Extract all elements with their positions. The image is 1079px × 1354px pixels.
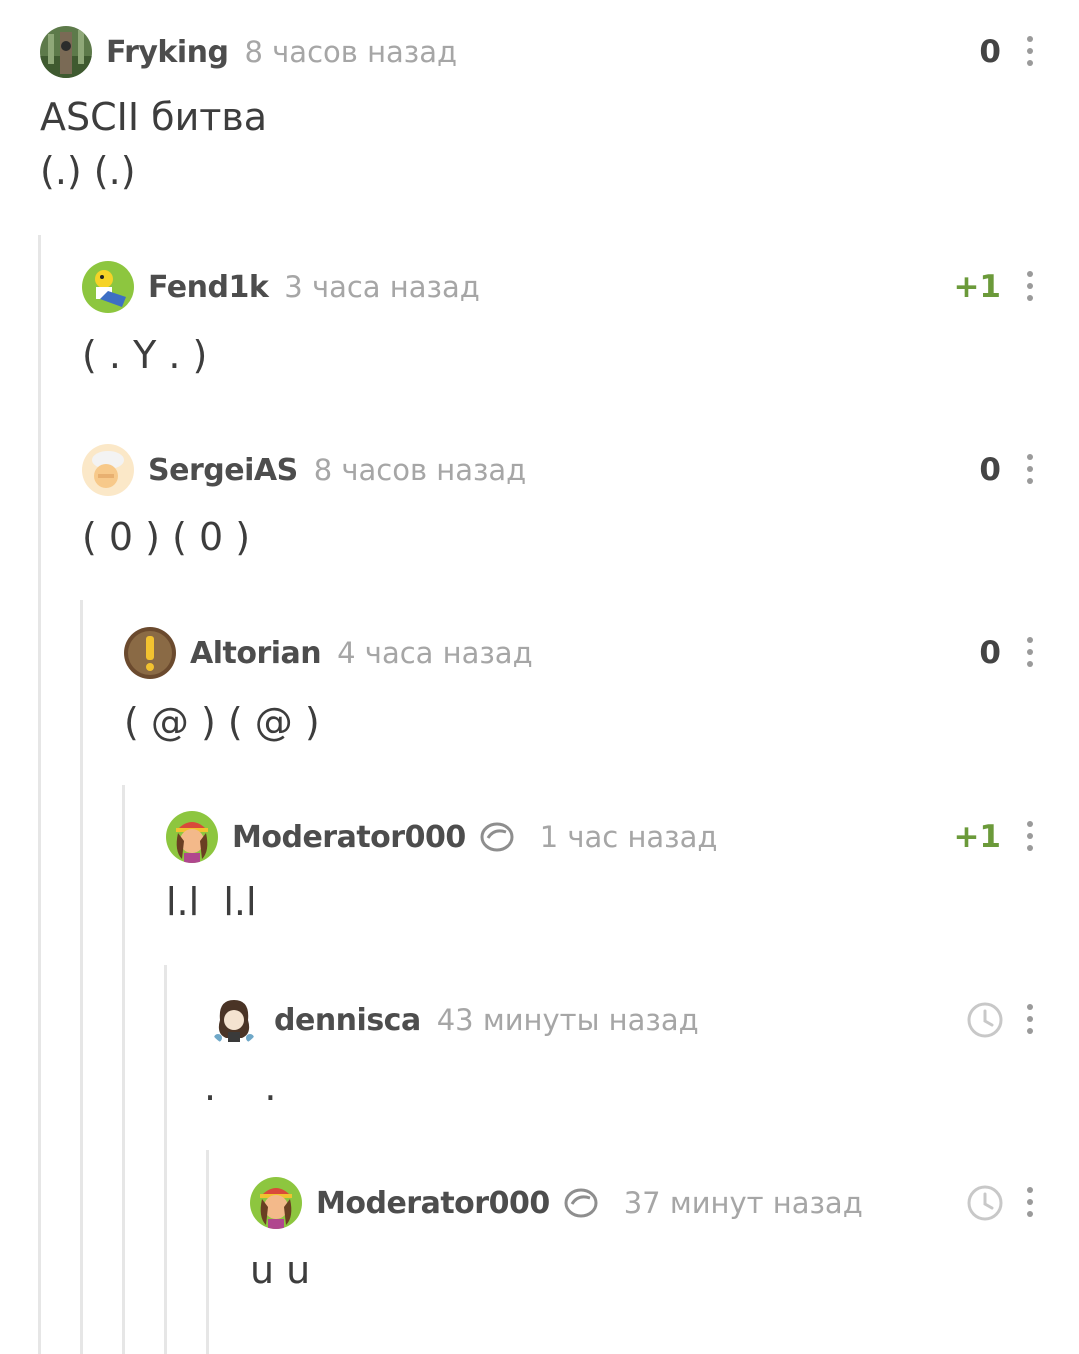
- clock-icon: [967, 1185, 1003, 1221]
- more-vertical-icon[interactable]: [1027, 454, 1033, 486]
- avatar[interactable]: [40, 26, 92, 78]
- more-vertical-icon[interactable]: [1027, 271, 1033, 303]
- clock-icon: [967, 1002, 1003, 1038]
- timestamp[interactable]: 1 час назад: [540, 820, 718, 854]
- more-vertical-icon[interactable]: [1027, 637, 1033, 669]
- rating: +1: [953, 819, 1001, 855]
- comment-text-line: ASCII битва: [40, 95, 268, 139]
- more-vertical-icon[interactable]: [1027, 1004, 1033, 1036]
- comment: dennisca 43 минуты назад . .: [0, 994, 1079, 1124]
- timestamp[interactable]: 43 минуты назад: [437, 1003, 699, 1037]
- comment-text-line: u u: [250, 1248, 311, 1292]
- avatar[interactable]: [82, 261, 134, 313]
- comment-text-line: ( 0 ) ( 0 ): [82, 515, 251, 559]
- username[interactable]: Moderator000: [232, 820, 466, 855]
- timestamp[interactable]: 37 минут назад: [624, 1186, 863, 1220]
- timestamp[interactable]: 3 часа назад: [284, 270, 479, 304]
- avatar[interactable]: [82, 444, 134, 496]
- timestamp[interactable]: 8 часов назад: [314, 453, 527, 487]
- rating: 0: [979, 34, 1001, 70]
- comment: Fend1k 3 часа назад +1 ( . Y . ): [0, 261, 1079, 391]
- comment-text-line: ( . Y . ): [82, 333, 208, 377]
- more-vertical-icon[interactable]: [1027, 821, 1033, 853]
- username[interactable]: Fryking: [106, 35, 229, 70]
- rating: 0: [979, 635, 1001, 671]
- timestamp[interactable]: 4 часа назад: [337, 636, 532, 670]
- comment: Altorian 4 часа назад 0 ( @ ) ( @ ): [0, 627, 1079, 757]
- avatar[interactable]: [124, 627, 176, 679]
- avatar[interactable]: [166, 811, 218, 863]
- moderator-badge-icon: [480, 820, 514, 854]
- more-vertical-icon[interactable]: [1027, 1187, 1033, 1219]
- username[interactable]: Moderator000: [316, 1186, 550, 1221]
- comment: SergeiAS 8 часов назад 0 ( 0 ) ( 0 ): [0, 444, 1079, 574]
- rating: +1: [953, 269, 1001, 305]
- username[interactable]: Fend1k: [148, 270, 269, 305]
- comment: Fryking 8 часов назад 0 ASCII битва (.) …: [0, 26, 1079, 206]
- comment-text-line: l.l l.l: [166, 880, 257, 924]
- timestamp[interactable]: 8 часов назад: [245, 35, 458, 69]
- comment-text-line: ( @ ) ( @ ): [124, 700, 320, 744]
- comment: Moderator000 1 час назад +1 l.l l.l: [0, 811, 1079, 941]
- more-vertical-icon[interactable]: [1027, 36, 1033, 68]
- moderator-badge-icon: [564, 1186, 598, 1220]
- avatar[interactable]: [208, 994, 260, 1046]
- comment-text-line: (.) (.): [40, 149, 136, 193]
- username[interactable]: dennisca: [274, 1003, 421, 1038]
- comment: Moderator000 37 минут назад u u: [0, 1177, 1079, 1307]
- avatar[interactable]: [250, 1177, 302, 1229]
- rating: 0: [979, 452, 1001, 488]
- username[interactable]: SergeiAS: [148, 453, 298, 488]
- comment-text-line: . .: [204, 1065, 277, 1109]
- username[interactable]: Altorian: [190, 636, 322, 671]
